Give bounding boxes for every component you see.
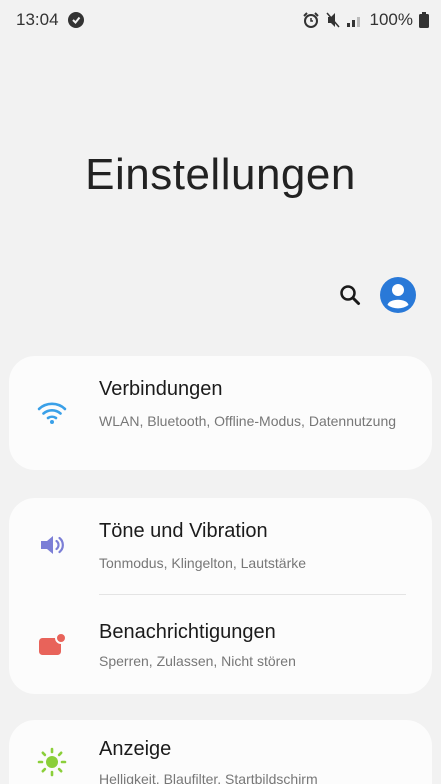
search-icon[interactable] (339, 284, 361, 306)
wifi-icon (35, 396, 69, 430)
item-title: Töne und Vibration (99, 520, 268, 542)
brightness-icon (35, 745, 69, 779)
volume-icon (35, 528, 69, 562)
signal-icon (346, 13, 364, 27)
item-subtitle: Helligkeit, Blaufilter, Startbildschirm (99, 771, 318, 784)
status-left: 13:04 (16, 10, 85, 30)
page-title: Einstellungen (85, 150, 356, 199)
settings-screen: 13:04 100% Einstellungen Verbindungen WL… (0, 0, 441, 784)
item-title: Benachrichtigungen (99, 621, 276, 643)
settings-item-anzeige[interactable]: Anzeige Helligkeit, Blaufilter, Startbil… (9, 720, 432, 784)
alarm-icon (302, 12, 320, 28)
profile-icon[interactable] (379, 276, 417, 314)
status-bar: 13:04 100% (0, 0, 441, 40)
settings-item-verbindungen[interactable]: Verbindungen WLAN, Bluetooth, Offline-Mo… (9, 356, 432, 470)
status-time: 13:04 (16, 10, 59, 29)
mute-icon (325, 12, 340, 28)
status-right: 100% (302, 10, 429, 30)
settings-card-sound-notifications: Töne und Vibration Tonmodus, Klingelton,… (9, 498, 432, 694)
item-subtitle: Sperren, Zulassen, Nicht stören (99, 653, 296, 669)
settings-item-benachrichtigungen[interactable]: Benachrichtigungen Sperren, Zulassen, Ni… (9, 595, 432, 694)
battery-icon (419, 12, 429, 28)
data-saver-icon (67, 11, 85, 29)
settings-card-connections: Verbindungen WLAN, Bluetooth, Offline-Mo… (9, 356, 432, 470)
item-subtitle: Tonmodus, Klingelton, Lautstärke (99, 555, 307, 571)
battery-percent: 100% (369, 10, 413, 29)
settings-item-toene[interactable]: Töne und Vibration Tonmodus, Klingelton,… (9, 498, 432, 594)
settings-card-display: Anzeige Helligkeit, Blaufilter, Startbil… (9, 720, 432, 784)
header-actions (339, 276, 417, 314)
notification-icon (35, 628, 69, 662)
item-title: Anzeige (99, 738, 172, 760)
item-subtitle: WLAN, Bluetooth, Offline-Modus, Datennut… (99, 413, 397, 429)
item-title: Verbindungen (99, 378, 223, 400)
